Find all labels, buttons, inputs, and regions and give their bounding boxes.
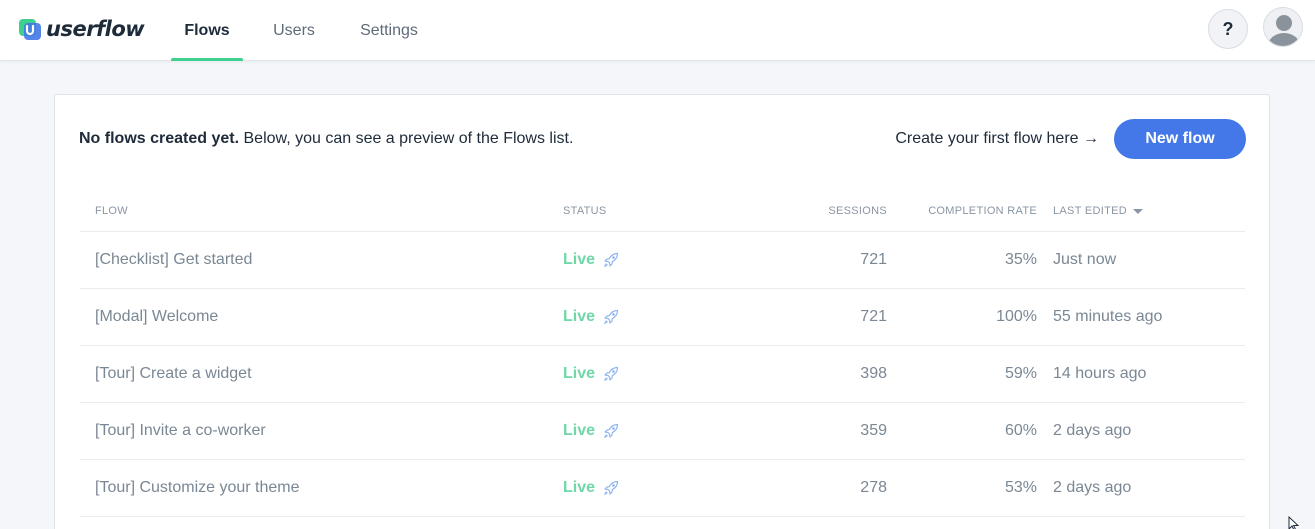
arrow-right-icon: → bbox=[1083, 130, 1099, 147]
userflow-logo[interactable]: userflow bbox=[18, 15, 145, 43]
sessions-count: 721 bbox=[860, 308, 887, 325]
tab-settings-label: Settings bbox=[360, 21, 418, 39]
rocket-icon bbox=[604, 366, 619, 381]
flows-card: No flows created yet. Below, you can see… bbox=[54, 94, 1270, 529]
header-last-edited-label: LAST EDITED bbox=[1053, 205, 1128, 217]
sort-desc-icon bbox=[1133, 208, 1144, 214]
flow-name[interactable]: [Modal] Welcome bbox=[95, 308, 218, 326]
flow-name[interactable]: [Checklist] Get started bbox=[95, 251, 252, 269]
last-edited: 2 days ago bbox=[1053, 479, 1132, 496]
mouse-cursor-icon bbox=[1288, 516, 1300, 529]
rocket-icon bbox=[604, 252, 619, 267]
status-text: Live bbox=[563, 308, 596, 325]
create-first-flow-hint: Create your first flow here → bbox=[895, 130, 1099, 148]
help-button[interactable]: ? bbox=[1208, 9, 1248, 49]
userflow-logo-icon bbox=[19, 19, 41, 40]
header-completion-rate[interactable]: COMPLETION RATE bbox=[928, 205, 1037, 217]
last-edited: 55 minutes ago bbox=[1053, 308, 1163, 325]
tab-flows-label: Flows bbox=[184, 21, 230, 39]
flow-name[interactable]: [Tour] Customize your theme bbox=[95, 479, 300, 497]
table-header: FLOW STATUS SESSIONS COMPLETION RATE LAS… bbox=[80, 191, 1245, 232]
sessions-count: 398 bbox=[860, 365, 887, 382]
header-sessions[interactable]: SESSIONS bbox=[828, 205, 887, 217]
rocket-icon bbox=[604, 423, 619, 438]
status-text: Live bbox=[563, 365, 596, 382]
tab-settings[interactable]: Settings bbox=[349, 0, 429, 61]
rocket-icon bbox=[604, 480, 619, 495]
table-row[interactable]: [Tour] Customize your theme Live 278 53%… bbox=[80, 460, 1245, 517]
new-flow-button[interactable]: New flow bbox=[1114, 119, 1246, 159]
help-icon: ? bbox=[1222, 18, 1234, 39]
tab-users[interactable]: Users bbox=[262, 0, 326, 61]
rocket-icon bbox=[604, 309, 619, 324]
flow-name[interactable]: [Tour] Invite a co-worker bbox=[95, 422, 266, 440]
status-text: Live bbox=[563, 479, 596, 496]
status-badge: Live bbox=[563, 365, 619, 383]
notice-bold-text: No flows created yet. bbox=[79, 130, 240, 147]
completion-rate: 60% bbox=[1004, 422, 1037, 439]
sessions-count: 359 bbox=[860, 422, 887, 439]
header-status[interactable]: STATUS bbox=[563, 205, 607, 217]
top-navigation-bar: userflow Flows Users Settings ? bbox=[0, 0, 1315, 61]
table-row[interactable]: [Tour] Create a widget Live 398 59% 14 h… bbox=[80, 346, 1245, 403]
status-badge: Live bbox=[563, 308, 619, 326]
user-avatar[interactable] bbox=[1263, 7, 1303, 47]
header-last-edited[interactable]: LAST EDITED bbox=[1053, 205, 1144, 217]
avatar-icon bbox=[1268, 15, 1300, 46]
last-edited: Just now bbox=[1053, 251, 1117, 268]
header-flow[interactable]: FLOW bbox=[95, 205, 128, 217]
completion-rate: 59% bbox=[1004, 365, 1037, 382]
cta-hint-text: Create your first flow here bbox=[895, 130, 1079, 147]
notice-text: Below, you can see a preview of the Flow… bbox=[239, 130, 574, 147]
status-text: Live bbox=[563, 422, 596, 439]
flow-name[interactable]: [Tour] Create a widget bbox=[95, 365, 252, 383]
table-row[interactable]: [Modal] Welcome Live 721 100% 55 minutes… bbox=[80, 289, 1245, 346]
table-row[interactable]: [Checklist] Get started Live 721 35% Jus… bbox=[80, 232, 1245, 289]
tab-users-label: Users bbox=[273, 21, 315, 39]
completion-rate: 35% bbox=[1004, 251, 1037, 268]
status-badge: Live bbox=[563, 479, 619, 497]
table-row[interactable]: [Tour] Invite a co-worker Live 359 60% 2… bbox=[80, 403, 1245, 460]
status-badge: Live bbox=[563, 422, 619, 440]
flows-table: FLOW STATUS SESSIONS COMPLETION RATE LAS… bbox=[80, 191, 1245, 517]
last-edited: 14 hours ago bbox=[1053, 365, 1147, 382]
last-edited: 2 days ago bbox=[1053, 422, 1132, 439]
completion-rate: 53% bbox=[1004, 479, 1037, 496]
no-flows-notice: No flows created yet. Below, you can see… bbox=[79, 130, 573, 148]
completion-rate: 100% bbox=[996, 308, 1037, 325]
logo-text: userflow bbox=[46, 17, 145, 41]
sessions-count: 278 bbox=[860, 479, 887, 496]
sessions-count: 721 bbox=[860, 251, 887, 268]
tab-flows[interactable]: Flows bbox=[171, 0, 243, 61]
status-badge: Live bbox=[563, 251, 619, 269]
status-text: Live bbox=[563, 251, 596, 268]
